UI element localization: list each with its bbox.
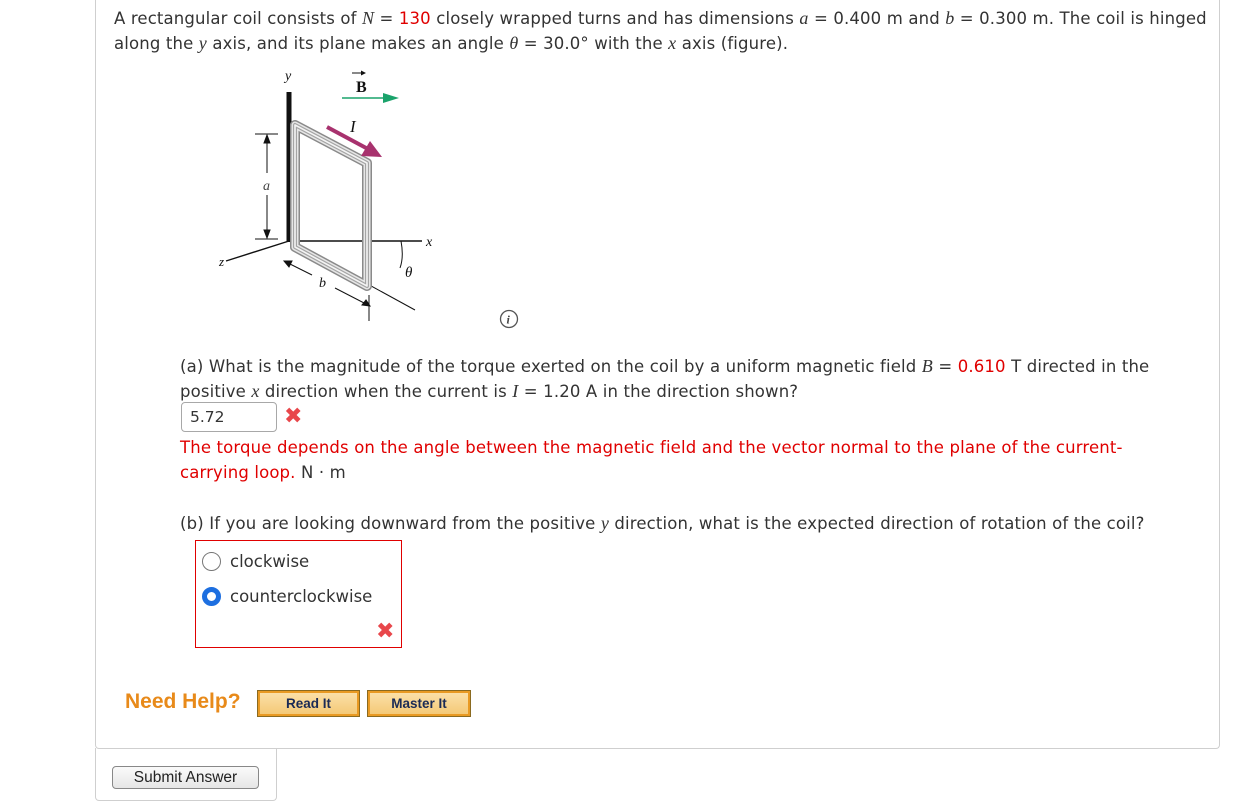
coil — [290, 120, 372, 291]
b-field-arrowhead — [383, 93, 399, 103]
rotation-choices: clockwise counterclockwise ✖ — [195, 540, 402, 648]
label-current: I — [349, 117, 357, 136]
label-y: y — [283, 69, 292, 84]
theta-arc — [399, 240, 403, 269]
part-a-question: (a) What is the magnitude of the torque … — [180, 356, 1150, 401]
x-mark-icon: ✖ — [376, 619, 395, 644]
option-counterclockwise[interactable]: counterclockwise — [202, 587, 372, 606]
b-value: 0.610 — [957, 357, 1006, 376]
submit-answer-button[interactable]: Submit Answer — [112, 766, 259, 789]
part-b-question: (b) If you are looking downward from the… — [180, 513, 1145, 533]
label-x: x — [425, 235, 433, 250]
z-axis — [225, 240, 290, 262]
radio-counterclockwise[interactable] — [202, 587, 221, 606]
label-theta: θ — [405, 265, 413, 281]
torque-answer-input[interactable]: 5.72 — [181, 402, 277, 432]
info-icon[interactable]: i — [499, 309, 519, 329]
torque-unit: N · m — [295, 463, 346, 482]
x-mark-icon: ✖ — [284, 404, 303, 429]
option-label: clockwise — [230, 552, 310, 571]
option-clockwise[interactable]: clockwise — [202, 552, 309, 571]
part-a-feedback: The torque depends on the angle between … — [180, 438, 1123, 482]
label-b-field: B — [356, 79, 367, 96]
n-value: 130 — [398, 9, 431, 28]
read-it-button[interactable]: Read It — [257, 690, 360, 717]
problem-statement: A rectangular coil consists of N = 130 c… — [114, 8, 1207, 53]
need-help-label: Need Help? — [125, 690, 241, 713]
label-a: a — [263, 179, 270, 194]
radio-clockwise[interactable] — [202, 552, 221, 571]
master-it-button[interactable]: Master It — [367, 690, 471, 717]
label-b-dim: b — [319, 276, 326, 291]
coil-figure: y B I a z b x θ — [218, 69, 433, 321]
option-label: counterclockwise — [230, 587, 373, 606]
vector-arrowhead — [361, 70, 366, 76]
label-z: z — [218, 254, 224, 269]
